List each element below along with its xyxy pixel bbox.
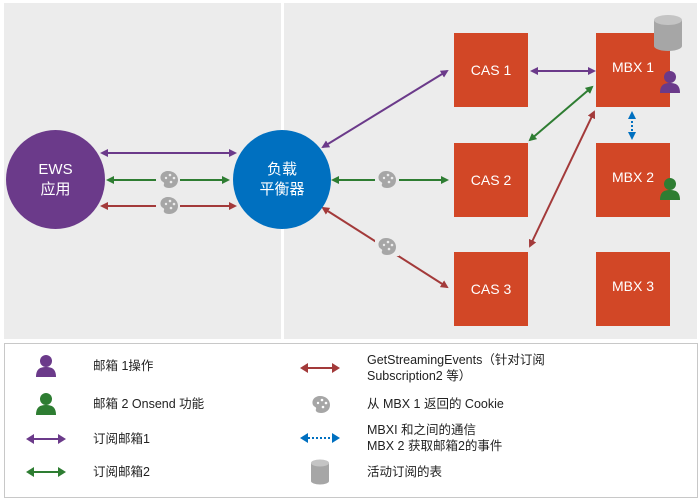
legend-text: 活动订阅的表 [367,465,443,479]
cas-1-node: CAS 1 [454,33,528,107]
load-balancer-label: 负载 平衡器 [233,160,331,200]
legend-text: 订阅邮箱2 [93,465,150,479]
legend-text: GetStreamingEvents（针对订阅 [367,353,545,367]
lb-label-line1: 负载 [266,161,297,178]
legend-item-mbx-communication: MBXI 和之间的通信 MBX 2 获取邮箱2的事件 [295,422,502,454]
cookie-icon [312,396,330,413]
legend-text: MBXI 和之间的通信 [367,423,477,437]
legend-item-cookie: 从 MBX 1 返回的 Cookie [295,390,504,418]
legend-item-mailbox2-onsend: 邮箱 2 Onsend 功能 [21,390,204,418]
legend-item-mailbox1-ops: 邮箱 1操作 [21,352,153,380]
cas-3-node: CAS 3 [454,252,528,326]
database-icon [311,459,329,485]
legend-text: 邮箱 1操作 [93,359,154,373]
legend-text: 订阅邮箱1 [93,432,150,446]
legend-item-active-subscriptions-table: 活动订阅的表 [295,458,442,486]
cas-2-label: CAS 2 [470,172,512,188]
ews-app-label: EWS 应用 [6,160,105,200]
legend-text: 从 MBX 1 返回的 Cookie [367,397,504,411]
lb-label-line2: 平衡器 [259,181,305,198]
legend-item-get-streaming-events: GetStreamingEvents（针对订阅 Subscription2 等） [295,352,545,384]
red-arrow-icon [300,363,340,373]
mbx-3-node: MBX 3 [596,252,670,326]
legend-text: 邮箱 2 Onsend 功能 [93,397,205,411]
legend-text-line2: MBX 2 获取邮箱2的事件 [367,439,503,453]
blue-dotted-arrow-icon [300,433,340,443]
ews-label-line2: 应用 [40,181,71,198]
green-link-cas2-mbx1 [528,85,594,142]
database-icon [654,15,682,51]
ews-label-line1: EWS [38,161,73,178]
person-green-icon [36,393,56,415]
legend-item-subscribe-mailbox2: 订阅邮箱2 [21,458,150,486]
person-purple-icon [36,355,56,377]
person-purple-icon [660,71,680,93]
cas-3-label: CAS 3 [470,281,512,297]
diagram-connections [100,67,636,289]
legend-item-subscribe-mailbox1: 订阅邮箱1 [21,425,150,453]
load-balancer-node: 负载 平衡器 [233,130,331,229]
cas-2-node: CAS 2 [454,143,528,217]
green-arrow-icon [26,467,66,477]
ews-app-node: EWS 应用 [6,130,105,229]
legend: 邮箱 1操作 邮箱 2 Onsend 功能 订阅邮箱1 订阅邮箱2 GetStr… [4,343,698,498]
person-green-icon [660,178,680,200]
purple-arrow-icon [26,434,66,444]
cas-1-label: CAS 1 [470,62,512,78]
purple-link-lb-cas1 [321,69,449,149]
legend-text-line2: Subscription2 等） [367,369,472,383]
mbx-3-label: MBX 3 [611,278,654,294]
